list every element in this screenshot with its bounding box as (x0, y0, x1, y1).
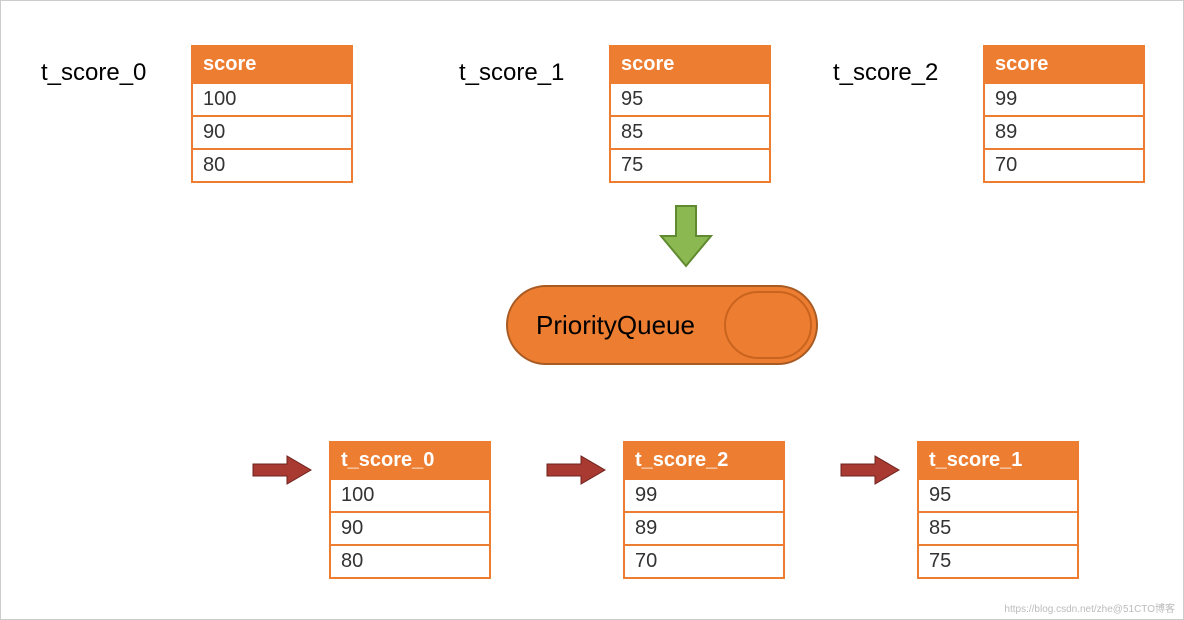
bottom-table-2: t_score_1 95 85 75 (917, 441, 1079, 579)
table-label-2: t_score_2 (833, 59, 938, 87)
table-cell: 100 (330, 479, 490, 512)
table-cell: 90 (192, 116, 352, 149)
bottom-table-1: t_score_2 99 89 70 (623, 441, 785, 579)
table-cell: 70 (984, 149, 1144, 182)
table-cell: 80 (192, 149, 352, 182)
table-cell: 89 (624, 512, 784, 545)
table-cell: 85 (918, 512, 1078, 545)
table-cell: 85 (610, 116, 770, 149)
table-cell: 99 (984, 83, 1144, 116)
table-cell: 90 (330, 512, 490, 545)
top-table-2-header: score (984, 46, 1144, 83)
priority-queue-pill: PriorityQueue (506, 285, 818, 365)
top-table-1: score 95 85 75 (609, 45, 771, 183)
table-cell: 95 (918, 479, 1078, 512)
table-cell: 75 (610, 149, 770, 182)
bottom-table-2-header: t_score_1 (918, 442, 1078, 479)
arrow-right-icon (837, 453, 903, 487)
bottom-table-0: t_score_0 100 90 80 (329, 441, 491, 579)
bottom-table-0-header: t_score_0 (330, 442, 490, 479)
bottom-table-1-header: t_score_2 (624, 442, 784, 479)
table-label-0: t_score_0 (41, 59, 146, 87)
arrow-down-icon (651, 201, 721, 271)
table-cell: 100 (192, 83, 352, 116)
table-cell: 70 (624, 545, 784, 578)
table-cell: 75 (918, 545, 1078, 578)
pill-inner-circle (724, 291, 812, 359)
arrow-right-icon (249, 453, 315, 487)
top-table-2: score 99 89 70 (983, 45, 1145, 183)
top-table-0: score 100 90 80 (191, 45, 353, 183)
arrow-right-icon (543, 453, 609, 487)
top-table-1-header: score (610, 46, 770, 83)
priority-queue-label: PriorityQueue (536, 310, 695, 341)
table-cell: 89 (984, 116, 1144, 149)
table-cell: 80 (330, 545, 490, 578)
table-cell: 99 (624, 479, 784, 512)
table-cell: 95 (610, 83, 770, 116)
table-label-1: t_score_1 (459, 59, 564, 87)
top-table-0-header: score (192, 46, 352, 83)
watermark-text: https://blog.csdn.net/zhe@51CTO博客 (1004, 600, 1175, 615)
